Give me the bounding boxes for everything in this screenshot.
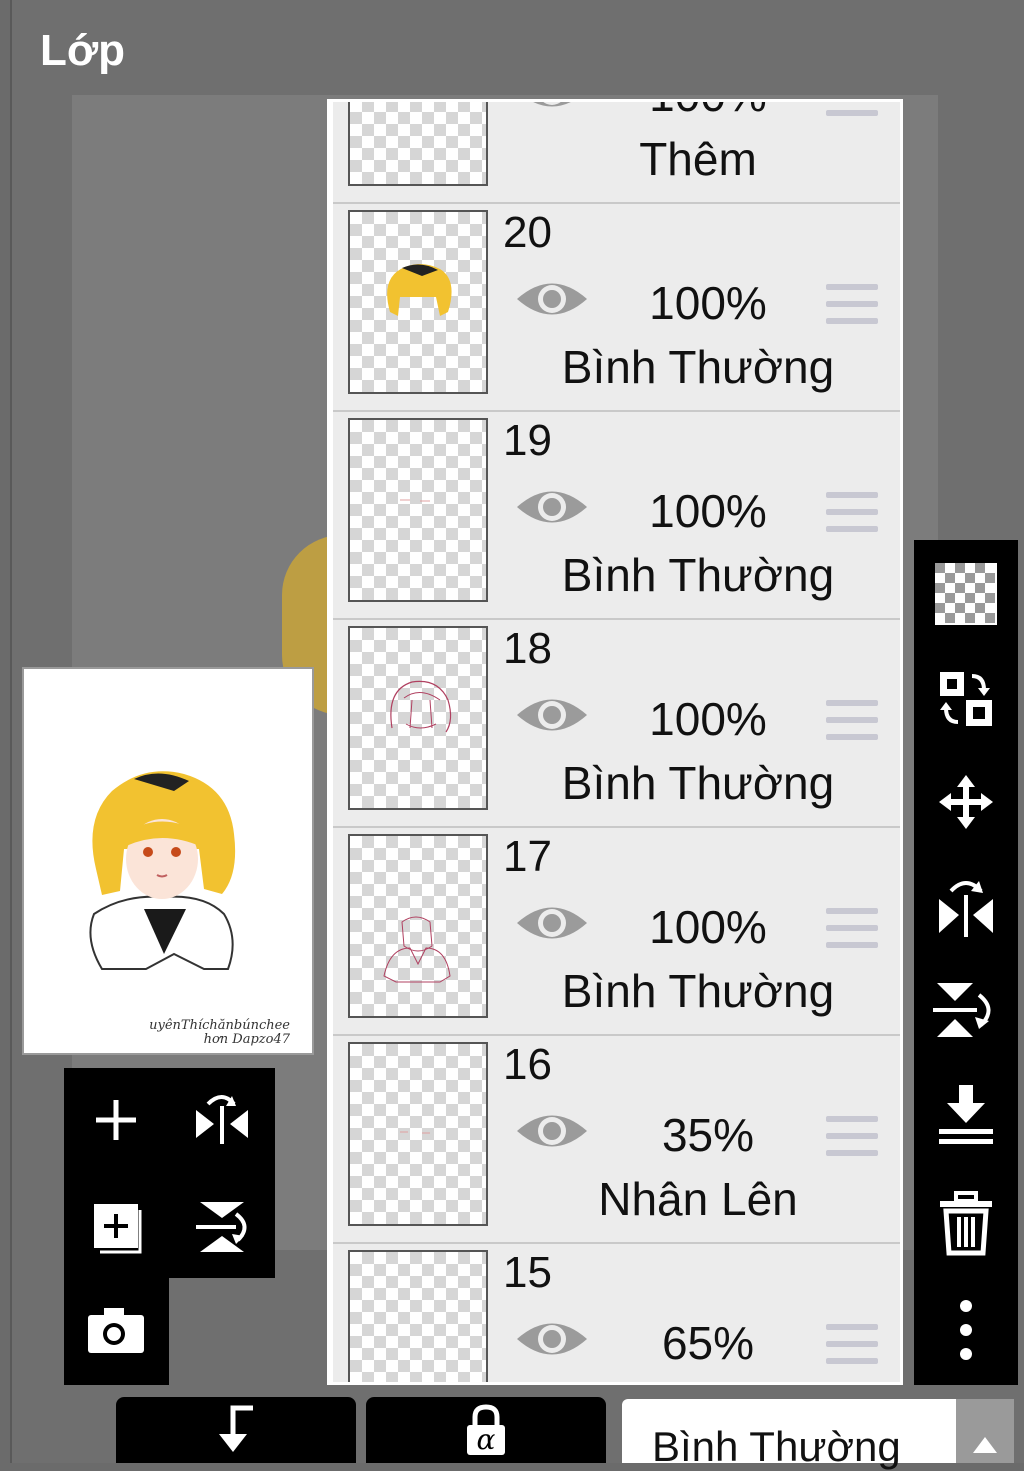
layer-number: 19: [503, 416, 552, 465]
eye-icon[interactable]: [515, 99, 589, 114]
layer-opacity[interactable]: 100%: [623, 102, 793, 122]
swap-layer-icon[interactable]: [926, 658, 1006, 738]
layer-row[interactable]: 17 100% Bình Thường: [333, 828, 900, 1036]
blend-mode-value: Bình Thường: [652, 1423, 901, 1470]
camera-toolbar: [64, 1278, 169, 1385]
layer-thumbnail: [348, 1042, 488, 1226]
canvas-preview[interactable]: uyênThíchănbúnchee hơn Dapzo47: [22, 667, 314, 1055]
layer-row[interactable]: 16 35% Nhân Lên: [333, 1036, 900, 1244]
drag-handle-icon[interactable]: [826, 700, 878, 740]
layer-blend-mode: Bình Thường: [561, 341, 835, 393]
layer-number: 20: [503, 208, 552, 257]
layer-row[interactable]: 20 100% Bình Thường: [333, 204, 900, 412]
layer-blend-mode: Bình Thường: [561, 549, 835, 601]
preview-signature: uyênThíchănbúnchee hơn Dapzo47: [149, 1018, 290, 1047]
eye-icon[interactable]: [515, 484, 589, 530]
layer-thumbnail: [348, 834, 488, 1018]
layer-actions-toolbar: [64, 1068, 275, 1278]
drag-handle-icon[interactable]: [826, 1324, 878, 1364]
blend-mode-dropdown-toggle[interactable]: [956, 1399, 1014, 1463]
trash-icon[interactable]: [926, 1184, 1006, 1264]
triangle-up-icon: [973, 1437, 997, 1453]
layer-number: 18: [503, 624, 552, 673]
layer-blend-mode: Bình Thường: [561, 757, 835, 809]
layer-row[interactable]: 18 100% Bình Thường: [333, 620, 900, 828]
layer-blend-mode: Bình Thường: [561, 965, 835, 1017]
layer-thumbnail: [348, 102, 488, 186]
more-icon[interactable]: [926, 1290, 1006, 1370]
flip-vertical-icon[interactable]: [182, 1186, 262, 1266]
layers-list[interactable]: 100% Thêm 20 100% Bình Thường 19: [327, 99, 903, 1385]
layer-thumbnail: [348, 210, 488, 394]
layer-thumbnail: [348, 418, 488, 602]
layer-number: 17: [503, 832, 552, 881]
camera-icon[interactable]: [76, 1290, 156, 1370]
eye-icon[interactable]: [515, 1316, 589, 1362]
preview-artwork: [89, 771, 236, 970]
eye-icon[interactable]: [515, 692, 589, 738]
layer-row[interactable]: 15 65%: [333, 1244, 900, 1382]
drag-handle-icon[interactable]: [826, 284, 878, 324]
alpha-lock-button[interactable]: α: [366, 1397, 606, 1463]
layer-opacity[interactable]: 35%: [623, 1108, 793, 1162]
transparency-icon[interactable]: [926, 554, 1006, 634]
eye-icon[interactable]: [515, 276, 589, 322]
blend-mode-select[interactable]: Bình Thường: [622, 1399, 1014, 1470]
eye-icon[interactable]: [515, 1108, 589, 1154]
layer-thumbnail: [348, 626, 488, 810]
flip-horizontal-icon[interactable]: [182, 1080, 262, 1160]
layer-opacity[interactable]: 100%: [623, 692, 793, 746]
flip-vertical-icon[interactable]: [926, 970, 1006, 1050]
drag-handle-icon[interactable]: [826, 492, 878, 532]
layer-row[interactable]: 19 100% Bình Thường: [333, 412, 900, 620]
add-layer-copy-icon[interactable]: [76, 1186, 156, 1266]
eye-icon[interactable]: [515, 900, 589, 946]
layer-blend-mode: Nhân Lên: [598, 1173, 798, 1225]
alpha-lock-label: α: [477, 1423, 496, 1456]
layer-number: 15: [503, 1248, 552, 1297]
layer-opacity[interactable]: 100%: [623, 276, 793, 330]
clipping-button[interactable]: [116, 1397, 356, 1463]
flip-horizontal-icon[interactable]: [926, 866, 1006, 946]
layer-thumbnail: [348, 1250, 488, 1382]
layer-opacity[interactable]: 100%: [623, 900, 793, 954]
layer-row[interactable]: 100% Thêm: [333, 99, 900, 204]
layer-number: 16: [503, 1040, 552, 1089]
clipping-icon: [219, 1405, 253, 1452]
panel-title: Lớp: [40, 26, 126, 75]
merge-down-icon[interactable]: [926, 1074, 1006, 1154]
layer-tools-sidebar: [914, 540, 1018, 1385]
layer-opacity[interactable]: 65%: [623, 1316, 793, 1370]
drag-handle-icon[interactable]: [826, 1116, 878, 1156]
drag-handle-icon[interactable]: [826, 102, 878, 116]
layer-blend-mode: Thêm: [639, 133, 757, 185]
add-layer-icon[interactable]: [76, 1080, 156, 1160]
move-icon[interactable]: [926, 762, 1006, 842]
lock-icon: α: [467, 1404, 505, 1456]
layer-opacity[interactable]: 100%: [623, 484, 793, 538]
drag-handle-icon[interactable]: [826, 908, 878, 948]
